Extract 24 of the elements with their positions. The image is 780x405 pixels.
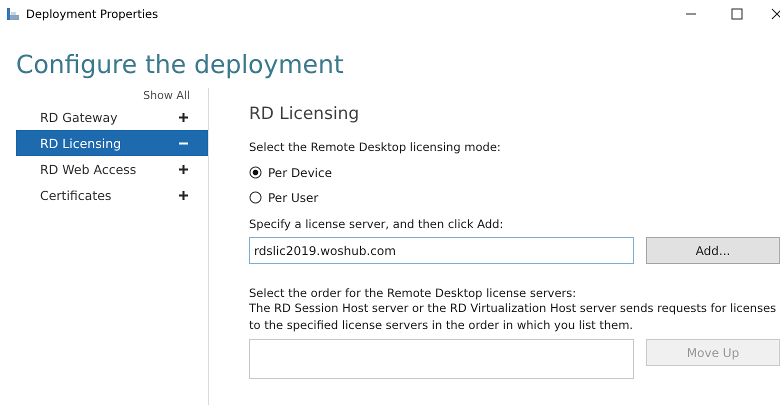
sidebar-item[interactable]: RD Licensing <box>16 130 208 156</box>
plus-icon[interactable] <box>179 164 188 174</box>
sidebar-item[interactable]: RD Gateway <box>16 104 208 130</box>
mode-label: Select the Remote Desktop licensing mode: <box>249 140 502 154</box>
maximize-button[interactable] <box>731 8 743 20</box>
add-button[interactable]: Add... <box>646 237 780 264</box>
order-label: Select the order for the Remote Desktop license servers: <box>249 286 578 300</box>
window-title: Deployment Properties <box>26 7 158 21</box>
order-description: The RD Session Host server or the RD Virtualization Host server sends requests for licenses to the specified license servers in the order in which you list them. <box>249 300 778 334</box>
radio-button[interactable] <box>249 191 262 204</box>
plus-icon[interactable] <box>179 190 188 200</box>
sidebar-item[interactable]: RD Web Access <box>16 156 208 182</box>
app-icon <box>6 7 20 21</box>
section-title: RD Licensing <box>249 103 360 126</box>
radio-label: Per Device <box>268 166 332 180</box>
server-field[interactable]: rdslic2019.woshub.com <box>249 237 634 264</box>
server-label: Specify a license server, and then click Add: <box>249 217 504 231</box>
plus-icon[interactable] <box>179 112 188 122</box>
sidebar-item[interactable]: Certificates <box>16 182 208 208</box>
radio-label: Per User <box>268 190 318 204</box>
page-heading: Configure the deployment <box>16 49 345 81</box>
show-all-link[interactable]: Show All <box>16 88 208 104</box>
radio-button[interactable] <box>249 166 262 179</box>
close-button[interactable] <box>770 8 780 20</box>
